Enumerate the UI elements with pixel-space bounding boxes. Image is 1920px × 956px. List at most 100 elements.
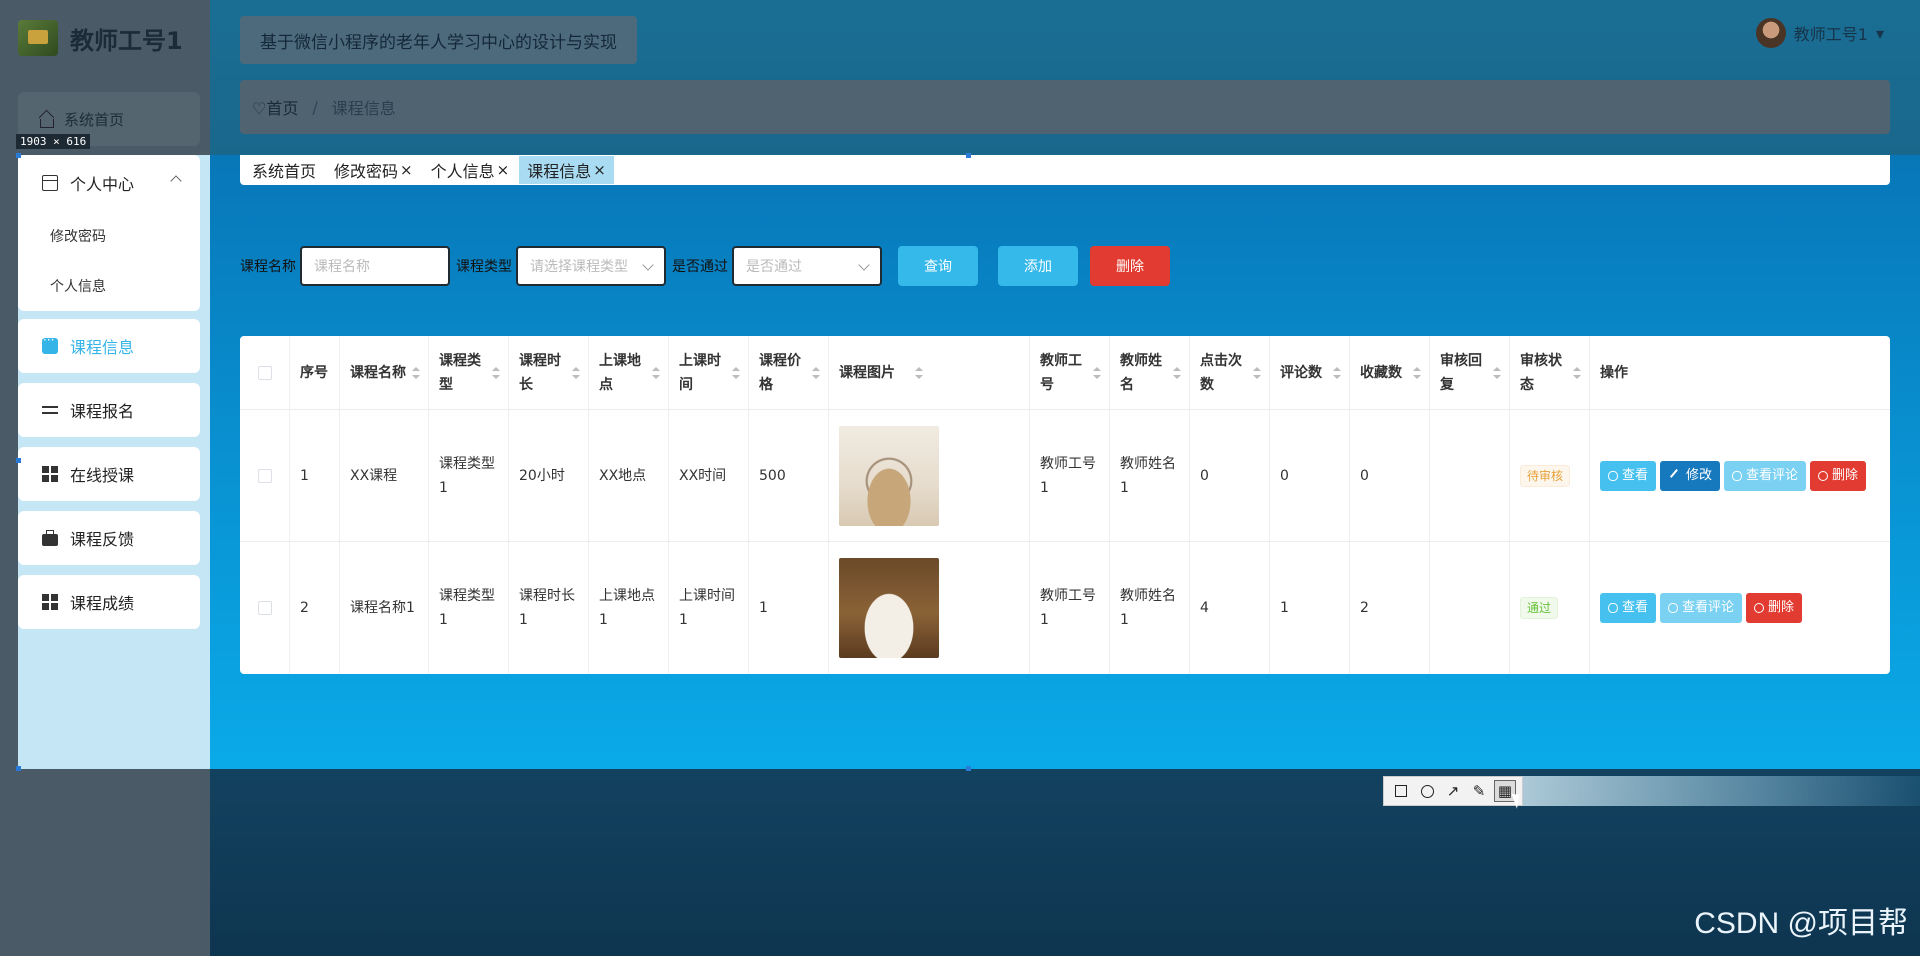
avatar xyxy=(1755,18,1786,48)
sort-icon[interactable] xyxy=(1093,366,1101,379)
header-time[interactable]: 上课时间 xyxy=(669,336,749,409)
sidebar-item-profile[interactable]: 个人信息 xyxy=(18,261,200,311)
sort-icon[interactable] xyxy=(1253,366,1261,379)
view-comments-button[interactable]: 查看评论 xyxy=(1724,460,1807,491)
course-name-input[interactable]: 课程名称 xyxy=(300,246,450,286)
query-button[interactable]: 查询 xyxy=(898,246,978,286)
cell-teacher-name: 教师姓名1 xyxy=(1110,410,1190,541)
header-name[interactable]: 课程名称 xyxy=(340,336,429,409)
sort-icon[interactable] xyxy=(572,366,580,379)
rectangle-tool-icon[interactable] xyxy=(1390,780,1412,802)
sort-icon[interactable] xyxy=(1333,366,1341,379)
arrow-tool-icon[interactable]: ↗ xyxy=(1442,780,1464,802)
header-image[interactable]: 课程图片 xyxy=(829,336,1030,409)
chevron-down-icon: ▾ xyxy=(1875,23,1884,43)
table-row: 1 XX课程 课程类型1 20小时 XX地点 XX时间 500 教师工号1 教师… xyxy=(240,410,1890,542)
header-status[interactable]: 审核状态 xyxy=(1510,336,1590,409)
sort-icon[interactable] xyxy=(812,366,820,379)
sort-icon[interactable] xyxy=(915,366,923,379)
sidebar-item-label: 系统首页 xyxy=(64,110,125,129)
add-button[interactable]: 添加 xyxy=(998,246,1078,286)
cell-image xyxy=(829,410,1030,541)
sidebar-item-course-signup[interactable]: 课程报名 xyxy=(18,383,200,437)
sort-icon[interactable] xyxy=(732,366,740,379)
header-comments[interactable]: 评论数 xyxy=(1270,336,1350,409)
pencil-icon xyxy=(1669,468,1685,483)
resize-handle[interactable] xyxy=(16,458,21,463)
system-title: 基于微信小程序的老年人学习中心的设计与实现 xyxy=(240,16,637,64)
header-clicks[interactable]: 点击次数 xyxy=(1190,336,1270,409)
sort-icon[interactable] xyxy=(1493,366,1501,379)
cell-comments: 0 xyxy=(1270,410,1350,541)
pass-label: 是否通过 xyxy=(672,259,728,275)
resize-handle[interactable] xyxy=(16,766,21,771)
pass-select[interactable]: 是否通过 xyxy=(732,246,882,286)
close-circle-icon xyxy=(1818,470,1829,481)
breadcrumb: ♡首页 / 课程信息 xyxy=(240,80,1890,134)
sort-icon[interactable] xyxy=(412,366,420,379)
cell-place: XX地点 xyxy=(589,410,669,541)
course-image[interactable] xyxy=(839,425,939,526)
close-icon[interactable]: × xyxy=(593,161,606,179)
status-badge: 通过 xyxy=(1520,597,1559,619)
tag-home[interactable]: 系统首页 xyxy=(244,156,324,184)
sidebar-item-course-grades[interactable]: 课程成绩 xyxy=(18,575,200,629)
course-table: 序号 课程名称 课程类型 课程时长 上课地点 上课时间 课程价格 课程图片 教师… xyxy=(240,336,1890,674)
sort-icon[interactable] xyxy=(492,366,500,379)
view-button[interactable]: 查看 xyxy=(1600,460,1657,491)
cell-place: 上课地点1 xyxy=(589,542,669,674)
pencil-tool-icon[interactable]: ✎ xyxy=(1468,780,1490,802)
row-checkbox[interactable] xyxy=(257,601,272,615)
sidebar-item-change-password[interactable]: 修改密码 xyxy=(18,211,200,261)
tag-course-info[interactable]: 课程信息 × xyxy=(519,156,614,184)
sort-icon[interactable] xyxy=(1413,366,1421,379)
status-badge: 待审核 xyxy=(1520,464,1571,487)
eye-icon xyxy=(1668,603,1679,613)
row-checkbox-cell xyxy=(240,410,290,541)
batch-delete-button[interactable]: 删除 xyxy=(1090,246,1170,286)
view-button[interactable]: 查看 xyxy=(1600,593,1657,623)
sidebar-item-online-teaching[interactable]: 在线授课 xyxy=(18,447,200,501)
sidebar-group-header[interactable]: 个人中心 xyxy=(18,155,200,211)
breadcrumb-current: 课程信息 xyxy=(331,99,396,118)
view-comments-button[interactable]: 查看评论 xyxy=(1660,593,1743,623)
header-place[interactable]: 上课地点 xyxy=(589,336,669,409)
cell-name: XX课程 xyxy=(340,410,429,541)
header-type[interactable]: 课程类型 xyxy=(429,336,509,409)
header-favorites[interactable]: 收藏数 xyxy=(1350,336,1430,409)
header-reply[interactable]: 审核回复 xyxy=(1430,336,1510,409)
select-all-checkbox[interactable] xyxy=(257,365,272,380)
edit-button[interactable]: 修改 xyxy=(1660,460,1721,491)
header-teacher-id[interactable]: 教师工号 xyxy=(1030,336,1110,409)
resize-handle[interactable] xyxy=(966,766,971,771)
row-checkbox-cell xyxy=(240,542,290,674)
user-menu[interactable]: 教师工号1 ▾ xyxy=(1755,18,1884,48)
sidebar-group-personal: 个人中心 修改密码 个人信息 xyxy=(18,155,200,311)
breadcrumb-home[interactable]: ♡首页 xyxy=(252,95,298,119)
tag-profile[interactable]: 个人信息 × xyxy=(423,156,518,184)
delete-button[interactable]: 删除 xyxy=(1810,460,1867,491)
message-icon xyxy=(42,333,58,354)
drawing-toolbar: ↗ ✎ ▦ xyxy=(1383,776,1523,806)
sort-icon[interactable] xyxy=(1573,366,1581,379)
row-checkbox[interactable] xyxy=(257,468,272,483)
sidebar-item-course-info[interactable]: 课程信息 xyxy=(18,319,200,373)
capture-region[interactable]: 个人中心 修改密码 个人信息 课程信息 课程报名 在线授课 课程反馈 xyxy=(18,155,1920,769)
course-image[interactable] xyxy=(839,558,939,658)
cell-favorites: 0 xyxy=(1350,410,1430,541)
course-type-select[interactable]: 请选择课程类型 xyxy=(516,246,666,286)
header-teacher-name[interactable]: 教师姓名 xyxy=(1110,336,1190,409)
header-price[interactable]: 课程价格 xyxy=(749,336,829,409)
delete-button[interactable]: 删除 xyxy=(1746,593,1803,623)
close-icon[interactable]: × xyxy=(400,161,413,179)
sort-icon[interactable] xyxy=(652,366,660,379)
sort-icon[interactable] xyxy=(1173,366,1181,379)
resize-handle[interactable] xyxy=(16,153,21,158)
tag-change-password[interactable]: 修改密码 × xyxy=(326,156,421,184)
ellipse-tool-icon[interactable] xyxy=(1416,780,1438,802)
header-duration[interactable]: 课程时长 xyxy=(509,336,589,409)
resize-handle[interactable] xyxy=(966,153,971,158)
sidebar-item-course-feedback[interactable]: 课程反馈 xyxy=(18,511,200,565)
close-icon[interactable]: × xyxy=(497,161,510,179)
cell-favorites: 2 xyxy=(1350,542,1430,674)
